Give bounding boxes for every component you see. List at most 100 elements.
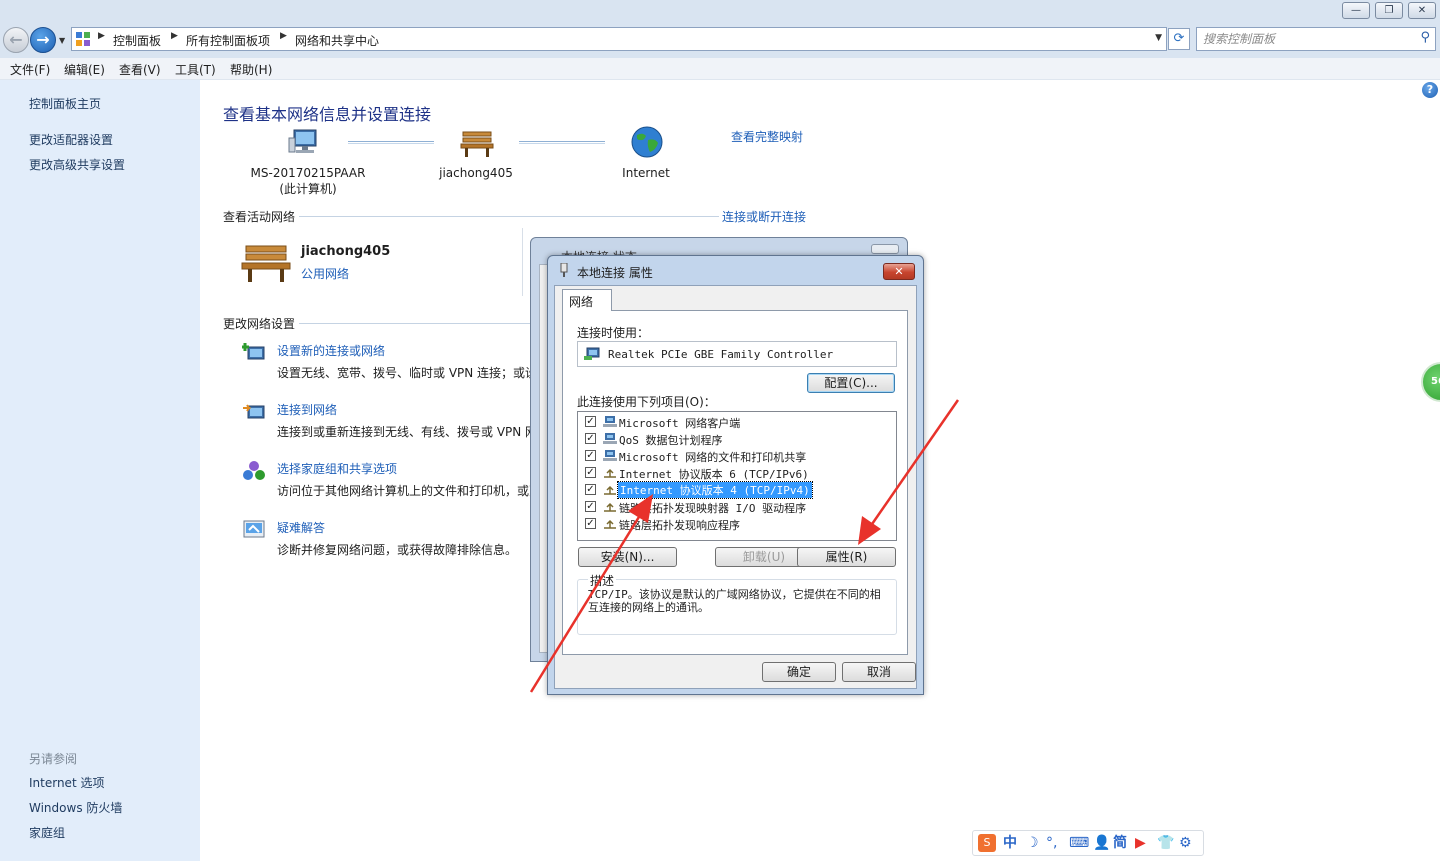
list-item[interactable]: ✓ QoS 数据包计划程序 [578,430,896,447]
node-this-computer[interactable]: MS-20170215PAAR (此计算机) [240,166,376,197]
new-connection-icon [242,343,265,360]
item-checkbox[interactable]: ✓ [585,518,596,529]
breadcrumb-separator-icon[interactable]: ▶ [280,31,287,41]
minimize-button[interactable]: — [1342,2,1370,19]
link-advanced-sharing-settings[interactable]: 更改高级共享设置 [29,156,125,173]
adapter-name: Realtek PCIe GBE Family Controller [608,348,834,361]
link-internet-options[interactable]: Internet 选项 [29,774,104,791]
item-checkbox[interactable]: ✓ [585,467,596,478]
tab-network[interactable]: 网络 [562,289,612,311]
ok-button[interactable]: 确定 [762,662,836,682]
maximize-button[interactable]: ❐ [1375,2,1403,19]
task-homegroup-link[interactable]: 选择家庭组和共享选项 [277,460,397,477]
ime-logo-icon[interactable]: S [978,834,996,852]
configure-button[interactable]: 配置(C)... [807,373,895,393]
ime-keyboard-icon[interactable]: ⌨ [1069,835,1089,851]
item-checkbox[interactable]: ✓ [585,501,596,512]
forward-button[interactable]: → [30,27,56,53]
protocol-icon [604,502,616,512]
view-full-map-link[interactable]: 查看完整映射 [731,128,803,145]
install-button[interactable]: 安装(N)... [578,547,677,567]
ime-chinese-mode[interactable]: 中 [1003,835,1017,851]
dialog-close-button[interactable]: ✕ [883,263,915,280]
network-type-link[interactable]: 公用网络 [301,265,349,282]
ime-skin-icon[interactable]: 👕 [1157,835,1174,851]
ime-video-icon[interactable]: ▶ [1135,835,1146,851]
properties-button[interactable]: 属性(R) [797,547,896,567]
search-icon[interactable]: ⚲ [1420,30,1430,45]
ime-settings-gear-icon[interactable]: ⚙ [1179,835,1192,851]
task-troubleshoot-desc: 诊断并修复网络问题，或获得故障排除信息。 [277,543,518,557]
connect-disconnect-link[interactable]: 连接或断开连接 [719,208,807,225]
task-setup-connection-desc: 设置无线、宽带、拨号、临时或 VPN 连接；或设 [277,366,532,380]
item-label: 链路层拓扑发现映射器 I/O 驱动程序 [619,502,807,515]
local-connection-properties-dialog: 本地连接 属性 ✕ 网络 连接时使用： Realtek PCIe GBE Fam… [547,255,924,695]
list-item[interactable]: ✓ 链路层拓扑发现映射器 I/O 驱动程序 [578,498,896,515]
link-windows-firewall[interactable]: Windows 防火墙 [29,799,122,816]
search-input[interactable] [1203,31,1403,47]
ime-simplified-mode[interactable]: 简 [1113,835,1127,851]
menu-file[interactable]: 文件(F) [10,61,50,78]
list-item[interactable]: ✓ 链路层拓扑发现响应程序 [578,515,896,532]
components-list-label: 此连接使用下列项目(O)： [577,395,716,409]
computer-icon [288,129,317,153]
breadcrumb-network-center[interactable]: 网络和共享中心 [295,32,379,49]
item-checkbox[interactable]: ✓ [585,433,596,444]
network-tab-panel: 连接时使用： Realtek PCIe GBE Family Controlle… [562,310,908,655]
breadcrumb-control-panel[interactable]: 控制面板 [113,32,161,49]
task-connect-network-link[interactable]: 连接到网络 [277,401,337,418]
link-change-adapter-settings[interactable]: 更改适配器设置 [29,131,113,148]
menu-help[interactable]: 帮助(H) [230,61,272,78]
cancel-button[interactable]: 取消 [842,662,916,682]
breadcrumb-separator-icon[interactable]: ▶ [171,31,178,41]
item-label: Internet 协议版本 4 (TCP/IPv4) [617,481,813,499]
item-checkbox[interactable]: ✓ [585,484,596,495]
connector-line [348,141,434,144]
ime-punctuation-icon[interactable]: °, [1046,835,1057,851]
menu-view[interactable]: 查看(V) [119,61,161,78]
address-field[interactable]: ▶ 控制面板 ▶ 所有控制面板项 ▶ 网络和共享中心 ▼ [71,27,1167,51]
breadcrumb-separator-icon[interactable]: ▶ [98,31,105,41]
list-item[interactable]: ✓ Microsoft 网络客户端 [578,413,896,430]
task-troubleshoot-link[interactable]: 疑难解答 [277,519,325,536]
address-toolbar: ← → ▼ ▶ 控制面板 ▶ 所有控制面板项 ▶ 网络和共享中心 ▼ ⟳ ⚲ [0,24,1440,58]
connection-icon [560,263,568,277]
internet-node-name: Internet [622,166,670,180]
network-node-name: jiachong405 [439,166,513,180]
menu-tools[interactable]: 工具(T) [175,61,216,78]
file-sharing-icon [603,450,617,461]
menu-bar: 文件(F) 编辑(E) 查看(V) 工具(T) 帮助(H) [0,58,1440,80]
network-adapter-icon [584,347,600,360]
link-homegroup[interactable]: 家庭组 [29,824,65,841]
list-item[interactable]: ✓ Microsoft 网络的文件和打印机共享 [578,447,896,464]
help-icon[interactable]: ? [1422,82,1438,98]
list-item[interactable]: ✓ Internet 协议版本 6 (TCP/IPv6) [578,464,896,481]
address-dropdown-icon[interactable]: ▼ [1155,33,1162,43]
item-label: Microsoft 网络客户端 [619,417,741,430]
link-control-panel-home[interactable]: 控制面板主页 [29,95,101,112]
search-box[interactable]: ⚲ [1196,27,1436,51]
vertical-divider [522,228,523,296]
ime-halfwidth-icon[interactable]: ☽ [1026,835,1039,851]
node-internet[interactable]: Internet [610,166,682,180]
page-title: 查看基本网络信息并设置连接 [223,105,432,124]
components-list[interactable]: ✓ Microsoft 网络客户端 ✓ QoS 数据包计划程序 ✓ Micros… [577,411,897,541]
breadcrumb-all-items[interactable]: 所有控制面板项 [186,32,270,49]
ime-user-icon[interactable]: 👤 [1093,835,1110,851]
dialog-body: 网络 连接时使用： Realtek PCIe GBE Family Contro… [554,285,917,689]
back-button[interactable]: ← [3,27,29,53]
refresh-button[interactable]: ⟳ [1168,28,1190,50]
menu-edit[interactable]: 编辑(E) [64,61,105,78]
network-client-icon [603,416,617,427]
close-button[interactable]: ✕ [1408,2,1436,19]
task-setup-connection-link[interactable]: 设置新的连接或网络 [277,342,385,359]
status-dialog-close-button[interactable] [871,244,899,254]
list-item-selected[interactable]: ✓ Internet 协议版本 4 (TCP/IPv4) [578,481,896,499]
recent-pages-dropdown-icon[interactable]: ▼ [59,36,65,45]
item-checkbox[interactable]: ✓ [585,450,596,461]
item-checkbox[interactable]: ✓ [585,416,596,427]
node-network[interactable]: jiachong405 [420,166,532,180]
homegroup-icon [243,461,265,480]
control-panel-icon [76,32,90,46]
dialog-title: 本地连接 属性 [577,266,653,280]
